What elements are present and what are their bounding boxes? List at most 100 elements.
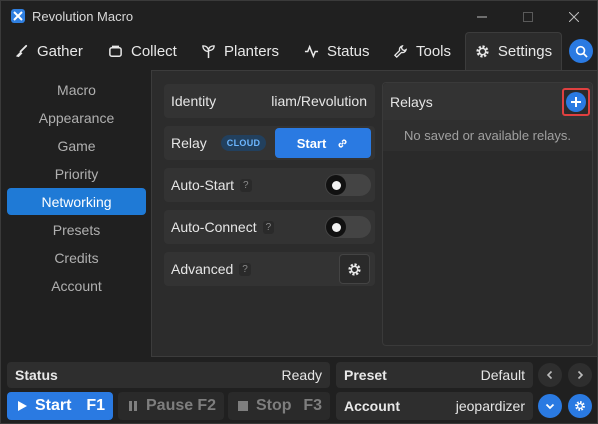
tab-planters[interactable]: Planters	[201, 32, 279, 70]
pause-label: Pause	[146, 397, 194, 414]
status-value: Ready	[281, 367, 322, 383]
tab-status[interactable]: Status	[304, 32, 370, 70]
tab-collect-label: Collect	[131, 42, 177, 60]
link-icon	[338, 138, 347, 148]
toggle-knob	[326, 175, 346, 195]
autostart-label-group: Auto-Start ?	[171, 168, 252, 202]
tab-collect[interactable]: Collect	[108, 32, 177, 70]
stop-icon	[238, 401, 248, 411]
close-button[interactable]	[551, 1, 597, 32]
relay-label-group: Relay CLOUD	[171, 126, 267, 160]
tab-tools[interactable]: Tools	[393, 32, 451, 70]
start-relay-label: Start	[296, 135, 327, 151]
sidebar-item-account[interactable]: Account	[7, 272, 146, 299]
search-icon	[575, 45, 588, 58]
sidebar-item-appearance[interactable]: Appearance	[7, 104, 146, 131]
autoconnect-row: Auto-Connect ?	[164, 210, 375, 244]
chevron-down-icon	[545, 403, 555, 410]
gear-icon	[476, 45, 489, 58]
sidebar-item-priority[interactable]: Priority	[7, 160, 146, 187]
stop-button[interactable]: Stop F3	[228, 392, 330, 420]
autoconnect-label-group: Auto-Connect ?	[171, 210, 275, 244]
start-label: Start	[35, 397, 72, 414]
tab-settings-label: Settings	[497, 43, 553, 60]
account-settings-button[interactable]	[568, 394, 592, 418]
autoconnect-toggle[interactable]	[325, 216, 371, 238]
tab-bar: Gather Collect Planters Status Tools Set…	[1, 32, 597, 70]
pause-icon	[129, 401, 137, 411]
play-icon	[18, 401, 27, 411]
close-icon	[569, 11, 579, 22]
identity-value: liam/Revolution	[271, 93, 367, 109]
relays-empty-message: No saved or available relays.	[383, 120, 592, 151]
relays-header: Relays	[383, 83, 592, 120]
chevron-left-icon	[546, 370, 553, 380]
pulse-icon	[304, 44, 319, 58]
toggle-knob	[326, 217, 346, 237]
status-label: Status	[15, 367, 58, 383]
autoconnect-label: Auto-Connect	[171, 219, 257, 235]
pause-hotkey: F2	[197, 397, 216, 414]
tab-status-label: Status	[327, 42, 370, 60]
gear-icon	[348, 262, 361, 276]
preset-value[interactable]: Default	[481, 362, 525, 388]
app-logo-icon	[11, 9, 25, 23]
sidebar-item-credits[interactable]: Credits	[7, 244, 146, 271]
sidebar-item-game[interactable]: Game	[7, 132, 146, 159]
identity-label: Identity	[171, 93, 217, 109]
identity-row: Identity liam/Revolution	[164, 84, 375, 118]
sidebar-item-networking[interactable]: Networking	[7, 188, 146, 215]
relay-row: Relay CLOUD Start	[164, 126, 375, 160]
autostart-help-icon[interactable]: ?	[240, 178, 252, 192]
sprout-icon	[202, 44, 215, 58]
preset-label: Preset	[344, 367, 387, 383]
advanced-label: Advanced	[171, 261, 234, 277]
start-hotkey: F1	[86, 397, 105, 414]
broom-icon	[15, 44, 28, 57]
add-relay-button[interactable]	[562, 88, 590, 116]
relay-label: Relay	[171, 135, 207, 151]
start-button[interactable]: Start F1	[7, 392, 113, 420]
start-relay-button[interactable]: Start	[275, 128, 371, 158]
autostart-row: Auto-Start ?	[164, 168, 375, 202]
minimize-button[interactable]	[459, 1, 505, 32]
relays-title: Relays	[390, 93, 433, 110]
tab-settings[interactable]: Settings	[465, 32, 562, 70]
stop-label: Stop	[256, 397, 292, 414]
account-cell: Account jeopardizer	[336, 392, 533, 420]
app-window: Revolution Macro Gather Collect Planters…	[0, 0, 598, 424]
tab-tools-label: Tools	[416, 42, 452, 60]
preset-next-button[interactable]	[568, 363, 592, 387]
stop-hotkey: F3	[303, 397, 322, 414]
tab-gather[interactable]: Gather	[14, 32, 83, 70]
preset-cell: Preset Default	[336, 362, 533, 388]
window-title: Revolution Macro	[32, 9, 134, 24]
account-dropdown-button[interactable]	[538, 394, 562, 418]
account-label: Account	[344, 398, 400, 414]
sidebar-item-presets[interactable]: Presets	[7, 216, 146, 243]
collect-icon	[109, 45, 122, 57]
advanced-help-icon[interactable]: ?	[239, 262, 251, 276]
autostart-label: Auto-Start	[171, 177, 235, 193]
plus-icon	[571, 97, 581, 107]
preset-prev-button[interactable]	[538, 363, 562, 387]
tab-planters-label: Planters	[224, 42, 280, 60]
advanced-row: Advanced ?	[164, 252, 375, 286]
title-bar: Revolution Macro	[1, 1, 597, 32]
maximize-button[interactable]	[505, 1, 551, 32]
relays-panel: Relays No saved or available relays.	[382, 82, 593, 346]
chevron-right-icon	[577, 370, 584, 380]
wrench-icon	[393, 44, 408, 58]
tab-gather-label: Gather	[37, 42, 83, 60]
sidebar-item-macro[interactable]: Macro	[7, 76, 146, 103]
autoconnect-help-icon[interactable]: ?	[262, 220, 275, 234]
account-value[interactable]: jeopardizer	[456, 392, 525, 420]
advanced-settings-button[interactable]	[339, 254, 370, 284]
status-cell: Status Ready	[7, 362, 330, 388]
pause-button[interactable]: Pause F2	[118, 392, 224, 420]
search-button[interactable]	[569, 39, 593, 63]
gear-icon	[575, 401, 585, 411]
cloud-badge: CLOUD	[220, 135, 267, 151]
advanced-label-group: Advanced ?	[171, 252, 251, 286]
autostart-toggle[interactable]	[325, 174, 371, 196]
